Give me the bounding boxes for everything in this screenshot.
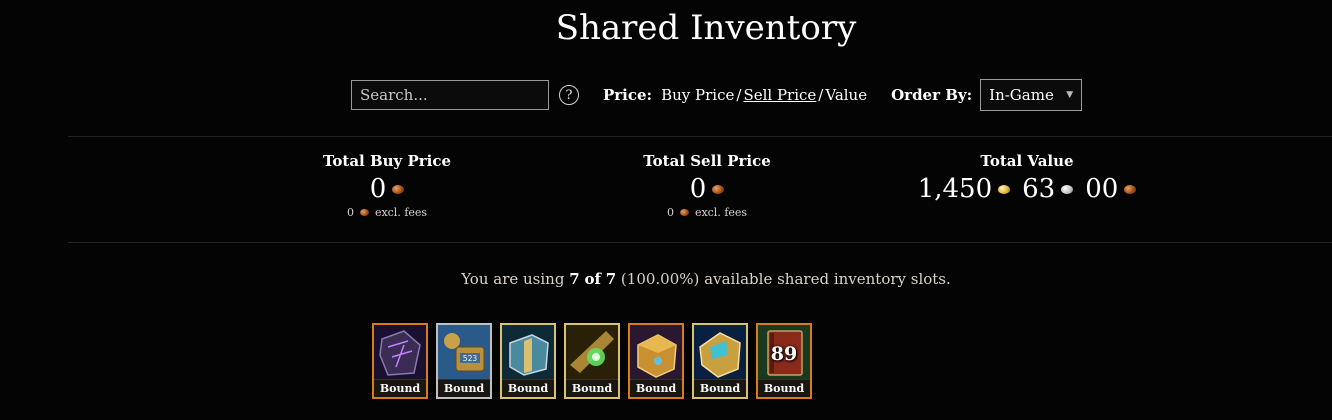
silver-coin-icon [1061, 184, 1074, 194]
inventory-slot[interactable]: 89 Bound [756, 323, 812, 399]
page-title: Shared Inventory [555, 8, 857, 48]
total-value-gold: 1,450 [917, 174, 993, 204]
inventory-slots: Bound 523 Bound Bound Bound Bound Bound … [372, 323, 812, 399]
inventory-slot[interactable]: Bound [564, 323, 620, 399]
total-value-silver: 63 [1022, 174, 1056, 204]
price-option-buy[interactable]: Buy Price [661, 86, 734, 104]
copper-coin-icon [392, 184, 405, 194]
copper-coin-icon [359, 209, 369, 216]
svg-text:523: 523 [463, 354, 478, 363]
glowing-crystal-icon [566, 325, 618, 380]
gold-coin-icon [998, 184, 1011, 194]
total-buy-value: 0 [369, 174, 387, 204]
slot-usage-text: You are using 7 of 7 (100.00%) available… [0, 270, 1332, 288]
bound-label: Bound [630, 379, 682, 397]
divider [68, 136, 1332, 137]
divider [68, 242, 1332, 243]
total-value-copper: 00 [1085, 174, 1119, 204]
bound-label: Bound [694, 379, 746, 397]
order-by-value: In-Game [989, 86, 1054, 104]
copper-coin-icon [1124, 184, 1137, 194]
total-buy-fee: 0 excl. fees [257, 206, 517, 219]
total-sell-fee: 0 excl. fees [577, 206, 837, 219]
total-buy-fee-value: 0 [346, 206, 354, 219]
total-sell-price: Total Sell Price 0 0 excl. fees [577, 152, 837, 219]
controls-bar: ? Price: Buy Price / Sell Price / Value … [351, 79, 1083, 111]
teal-chest-icon [502, 325, 554, 380]
ornate-gold-chest-icon [694, 325, 746, 380]
total-buy-amount: 0 [257, 174, 517, 204]
dark-crate-icon [374, 325, 426, 380]
chevron-down-icon: ▼ [1066, 90, 1074, 100]
search-input[interactable] [351, 80, 549, 110]
inventory-slot[interactable]: Bound [692, 323, 748, 399]
help-icon[interactable]: ? [559, 85, 579, 105]
fee-label: excl. fees [694, 206, 748, 219]
total-sell-fee-value: 0 [666, 206, 674, 219]
total-buy-label: Total Buy Price [322, 152, 452, 170]
bound-label: Bound [438, 379, 490, 397]
usage-of: of [584, 270, 601, 288]
usage-suffix: available shared inventory slots. [704, 270, 951, 288]
total-sell-value: 0 [689, 174, 707, 204]
copper-coin-icon [712, 184, 725, 194]
total-sell-amount: 0 [577, 174, 837, 204]
bound-label: Bound [374, 379, 426, 397]
copper-coin-icon [679, 209, 689, 216]
total-buy-price: Total Buy Price 0 0 excl. fees [257, 152, 517, 219]
inventory-slot[interactable]: Bound [372, 323, 428, 399]
golem-banker-icon: 523 [438, 325, 490, 380]
inventory-slot[interactable]: 523 Bound [436, 323, 492, 399]
bound-label: Bound [566, 379, 618, 397]
usage-prefix: You are using [461, 270, 565, 288]
order-by-label: Order By: [891, 86, 973, 104]
usage-total: 7 [605, 270, 617, 288]
price-option-value[interactable]: Value [825, 86, 867, 104]
usage-percent: (100.00%) [620, 270, 700, 288]
usage-used: 7 [569, 270, 580, 288]
total-value: Total Value 1,450 63 00 [897, 152, 1157, 204]
gold-box-icon [630, 325, 682, 380]
price-separator: / [818, 86, 824, 104]
inventory-slot[interactable]: Bound [500, 323, 556, 399]
price-separator: / [736, 86, 742, 104]
fee-label: excl. fees [374, 206, 428, 219]
bound-label: Bound [758, 379, 810, 397]
inventory-slot[interactable]: Bound [628, 323, 684, 399]
price-label: Price: [603, 86, 653, 104]
total-value-amount: 1,450 63 00 [897, 174, 1157, 204]
quantity-label: 89 [770, 343, 798, 365]
price-option-sell[interactable]: Sell Price [743, 86, 816, 104]
bound-label: Bound [502, 379, 554, 397]
total-sell-label: Total Sell Price [643, 152, 771, 170]
order-by-select[interactable]: In-Game ▼ [980, 79, 1083, 111]
total-value-label: Total Value [980, 152, 1074, 170]
